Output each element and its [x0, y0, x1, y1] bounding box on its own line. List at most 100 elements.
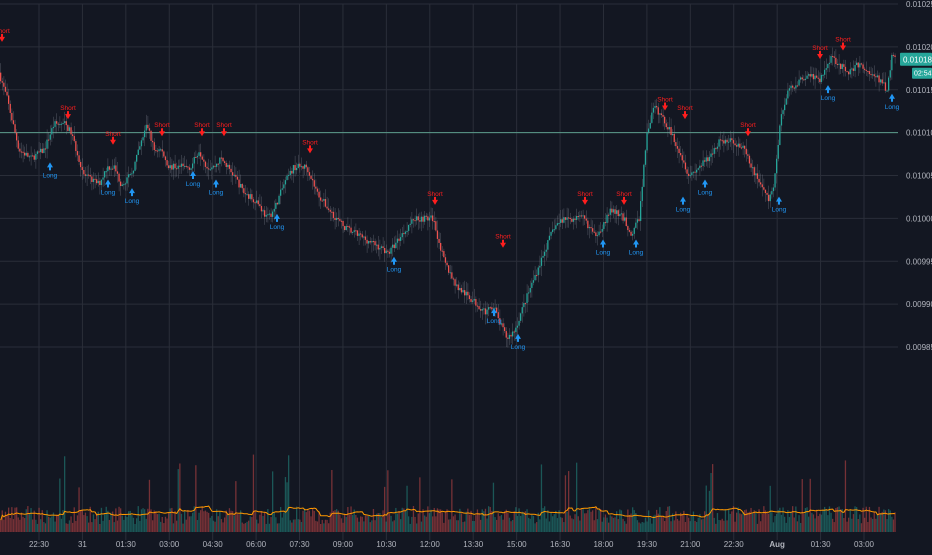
long-arrow-icon — [702, 179, 708, 188]
volume-bar — [304, 508, 306, 532]
volume-bar — [724, 509, 727, 532]
candle-body — [264, 210, 266, 217]
volume-bar — [566, 511, 568, 532]
candle-body — [75, 141, 77, 152]
volume-bar — [265, 523, 267, 532]
candle-body — [619, 214, 621, 217]
candle-body — [97, 180, 99, 184]
volume-bar — [491, 511, 493, 532]
short-signal-label: Short — [154, 122, 170, 129]
candle-body — [217, 163, 219, 165]
volume-bar — [105, 506, 107, 532]
volume-bar — [177, 469, 179, 532]
volume-bar — [718, 520, 720, 532]
candle-body — [872, 74, 874, 76]
candle-body — [601, 228, 603, 232]
volume-bar — [737, 507, 739, 532]
candle-body — [412, 219, 415, 221]
volume-bar — [14, 507, 16, 532]
candle-body — [667, 127, 669, 130]
volume-bar — [571, 518, 573, 532]
candle-body — [510, 334, 512, 337]
candle-body — [726, 139, 728, 143]
volume-bar — [806, 507, 808, 532]
volume-bar — [641, 521, 643, 532]
volume-bar — [356, 517, 359, 532]
candle-body — [488, 307, 490, 310]
candle-body — [356, 230, 359, 236]
short-signal-label: Short — [835, 36, 851, 43]
volume-bar — [873, 511, 875, 532]
candle-body — [105, 171, 107, 173]
candle-body — [508, 334, 511, 339]
candle-body — [731, 138, 733, 141]
volume-bar — [318, 511, 320, 532]
volume-bar — [849, 509, 851, 532]
candle-body — [416, 216, 418, 221]
volume-bar — [606, 517, 608, 532]
candle-body — [460, 288, 463, 293]
volume-bar — [73, 507, 75, 532]
candle-body — [609, 208, 611, 215]
candle-body — [561, 219, 563, 223]
candle-body — [814, 75, 816, 80]
time-axis[interactable]: 22:30 31 01:30 03:00 04:30 06:00 07:30 09:00 10:… — [29, 540, 875, 549]
candle-body — [782, 110, 784, 115]
candles — [0, 54, 896, 339]
volume-bar — [211, 515, 213, 532]
candle-body — [748, 155, 751, 164]
volume-bar — [528, 517, 530, 532]
candle-body — [865, 69, 867, 71]
price-chart[interactable]: Short Short Short Short Short Short Short Short… — [0, 0, 932, 550]
candle-body — [579, 215, 581, 217]
x-tick-label: 22:30 — [29, 540, 50, 549]
candle-body — [772, 187, 775, 192]
candle-body — [640, 201, 642, 221]
candle-body — [259, 204, 261, 206]
candle-body — [83, 170, 85, 175]
candle-body — [860, 63, 863, 65]
volume-bar — [734, 521, 736, 532]
volume-bar — [883, 509, 885, 532]
candle-body — [400, 237, 402, 241]
candle-body — [36, 151, 39, 154]
volume-bar — [787, 510, 789, 532]
candle-body — [483, 308, 485, 310]
candle-body — [489, 307, 491, 309]
volume-bar — [155, 511, 157, 532]
volume-bar — [369, 522, 371, 532]
candle-body — [801, 77, 803, 80]
candle-body — [552, 229, 554, 232]
volume-bar — [712, 464, 714, 532]
chart-canvas[interactable]: Short Short Short Short Short Short Short Short… — [0, 0, 932, 550]
volume-bar — [504, 511, 506, 532]
candle-body — [566, 217, 568, 220]
candle-body — [761, 184, 763, 188]
candle-body — [649, 122, 651, 129]
candle-body — [376, 244, 378, 246]
volume-bar — [355, 515, 357, 532]
candle-body — [635, 222, 637, 228]
candle-body — [756, 173, 759, 179]
volume-bar — [668, 506, 671, 532]
volume-bar — [264, 512, 266, 532]
volume-bar — [561, 517, 563, 532]
candle-body — [822, 74, 824, 76]
volume-bar — [294, 519, 296, 532]
candle-body — [112, 168, 114, 170]
volume-bar — [881, 511, 883, 532]
candle-body — [600, 231, 602, 233]
candle-body — [480, 309, 482, 311]
volume-bar — [153, 510, 155, 532]
candle-body — [265, 214, 267, 217]
candle-body — [19, 148, 21, 152]
volume-bar — [225, 510, 227, 532]
volume-bar — [648, 510, 650, 532]
volume-bar — [848, 517, 850, 532]
volume-bar — [328, 523, 330, 532]
short-arrow-icon — [110, 136, 116, 145]
candle-body — [211, 167, 213, 170]
volume-bar — [464, 521, 466, 532]
candle-body — [169, 165, 171, 169]
volume-bar — [380, 517, 383, 532]
